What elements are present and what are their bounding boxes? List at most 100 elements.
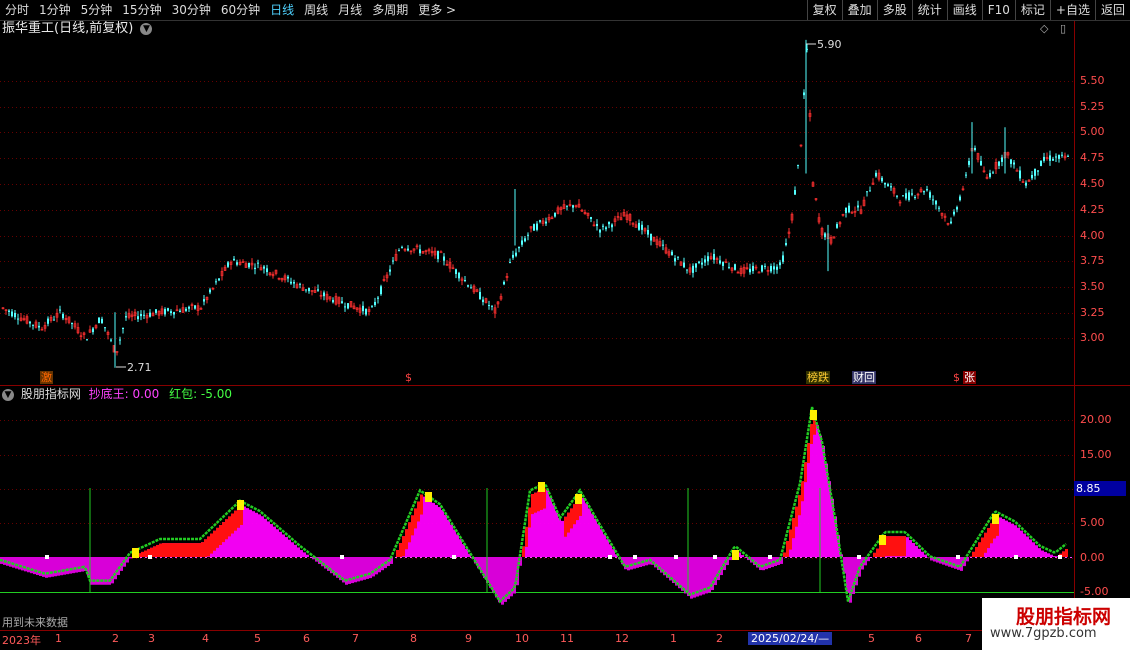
positive-bar xyxy=(294,544,297,557)
candle-body xyxy=(365,308,367,315)
candle-body xyxy=(998,161,1000,166)
positive-bar xyxy=(1020,530,1023,557)
rising-bar xyxy=(888,536,891,557)
rising-bar xyxy=(168,543,171,557)
positive-bar xyxy=(297,547,300,557)
indicator-tick-label: -5.00 xyxy=(1080,585,1109,598)
selected-date[interactable]: 2025/02/24/— xyxy=(748,632,833,645)
event-tag[interactable]: 财回 xyxy=(852,371,876,384)
rising-bar xyxy=(189,543,192,557)
positive-bar xyxy=(1017,527,1020,557)
negative-bar xyxy=(627,557,630,571)
negative-bar xyxy=(966,557,969,562)
rising-bar xyxy=(174,543,177,557)
negative-bar xyxy=(72,557,75,574)
indicator-tick-label: 20.00 xyxy=(1080,413,1112,426)
rising-bar xyxy=(810,423,813,444)
negative-bar xyxy=(21,557,24,571)
rising-bar xyxy=(564,516,567,537)
rising-bar xyxy=(903,536,906,557)
zero-dot xyxy=(340,555,344,559)
positive-bar xyxy=(585,503,588,557)
month-tick: 5 xyxy=(868,632,875,645)
candle-body xyxy=(1040,160,1042,166)
positive-bar xyxy=(276,529,279,557)
zero-dot xyxy=(857,555,861,559)
candle-body xyxy=(263,266,265,269)
candle-body xyxy=(797,164,799,166)
zero-dot xyxy=(956,555,960,559)
candle-body xyxy=(119,339,121,341)
candle-body xyxy=(761,265,763,272)
candle-body xyxy=(236,262,238,265)
candle-body xyxy=(149,312,151,317)
month-tick: 6 xyxy=(303,632,310,645)
candle-body xyxy=(953,211,955,215)
candle-body xyxy=(8,310,10,313)
chevron-down-icon[interactable]: ▼ xyxy=(2,388,14,401)
negative-bar xyxy=(489,557,492,588)
candle-body xyxy=(866,191,868,193)
event-tag[interactable]: $ xyxy=(952,371,961,384)
candle-body xyxy=(257,262,259,264)
zero-dot xyxy=(45,555,49,559)
price-tick-label: 4.75 xyxy=(1080,151,1105,164)
candle-body xyxy=(776,266,778,270)
zero-dot xyxy=(1014,555,1018,559)
rising-bar xyxy=(219,524,222,545)
zero-dot xyxy=(452,555,456,559)
positive-bar xyxy=(552,503,555,557)
price-tick-label: 5.00 xyxy=(1080,125,1105,138)
indicator-k1-value: 抄底王: 0.00 xyxy=(88,387,160,401)
event-tag[interactable]: $ xyxy=(404,371,413,384)
price-tick-label: 3.50 xyxy=(1080,280,1105,293)
rising-bar xyxy=(222,522,225,543)
positive-bar xyxy=(600,529,603,557)
rising-bar xyxy=(213,530,216,551)
candle-body xyxy=(125,316,127,318)
rising-bar xyxy=(186,543,189,557)
candle-body xyxy=(344,306,346,308)
candle-body xyxy=(509,262,511,264)
negative-bar xyxy=(765,557,768,570)
candle-body xyxy=(536,223,538,230)
positive-bar xyxy=(306,554,309,557)
month-tick: 2 xyxy=(112,632,119,645)
candle-body xyxy=(707,256,709,262)
candle-body xyxy=(439,251,443,254)
positive-bar xyxy=(999,517,1002,557)
candle-body xyxy=(968,161,970,165)
rising-bar xyxy=(522,546,525,557)
positive-bar xyxy=(279,531,282,557)
rising-bar xyxy=(537,491,540,512)
event-tag[interactable]: 榜跌 xyxy=(806,371,830,384)
event-tag[interactable]: 激 xyxy=(40,371,53,384)
candle-body xyxy=(401,246,403,248)
rising-bar xyxy=(405,529,408,550)
candle-body xyxy=(1043,156,1045,161)
rising-bar xyxy=(786,541,789,557)
candle-body xyxy=(572,205,574,208)
candle-body xyxy=(932,199,934,201)
month-tick: 6 xyxy=(915,632,922,645)
candle-body xyxy=(683,262,685,268)
candle-body xyxy=(371,306,373,308)
candle-body xyxy=(11,311,13,317)
positive-bar xyxy=(1008,522,1011,557)
candle-body xyxy=(470,287,472,289)
negative-bar xyxy=(75,557,78,573)
candle-body xyxy=(503,281,505,285)
event-tag[interactable]: 张 xyxy=(963,371,976,384)
extreme-markers: 5.90 2.71 xyxy=(116,38,842,374)
negative-bar xyxy=(60,557,63,576)
candle-body xyxy=(1019,170,1021,179)
positive-bar xyxy=(1041,550,1044,557)
positive-bar xyxy=(1029,539,1032,557)
candle-body xyxy=(227,262,229,267)
candle-body xyxy=(1031,175,1033,179)
rising-bar xyxy=(177,543,180,557)
candle-body xyxy=(1055,156,1057,158)
rising-bar xyxy=(789,529,792,550)
positive-bar xyxy=(918,548,921,557)
candle-body xyxy=(701,262,703,265)
